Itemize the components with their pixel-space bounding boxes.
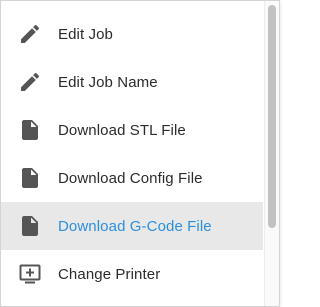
menu-item-download-gcode[interactable]: Download G-Code File: [1, 202, 263, 250]
job-actions-menu: Edit Job Edit Job Name Download STL File…: [0, 0, 280, 307]
menu-item-change-printer[interactable]: Change Printer: [1, 250, 263, 298]
file-icon: [18, 166, 42, 190]
pencil-icon: [18, 22, 42, 46]
monitor-add-icon: [18, 262, 42, 286]
menu-item-edit-job-name[interactable]: Edit Job Name: [1, 58, 263, 106]
menu-item-label: Edit Job: [58, 25, 113, 43]
pencil-icon: [18, 70, 42, 94]
scrollbar-thumb[interactable]: [268, 5, 276, 228]
menu-item-label: Download STL File: [58, 121, 186, 139]
menu-item-label: Change Printer: [58, 265, 161, 283]
file-icon: [18, 214, 42, 238]
file-icon: [18, 118, 42, 142]
menu-item-label: Download G-Code File: [58, 217, 212, 235]
menu-item-label: Edit Job Name: [58, 73, 158, 91]
scrollbar[interactable]: [264, 1, 279, 306]
menu-item-label: Download Config File: [58, 169, 203, 187]
menu-list: Edit Job Edit Job Name Download STL File…: [1, 10, 263, 298]
menu-item-download-stl[interactable]: Download STL File: [1, 106, 263, 154]
menu-item-edit-job[interactable]: Edit Job: [1, 10, 263, 58]
menu-item-download-config[interactable]: Download Config File: [1, 154, 263, 202]
